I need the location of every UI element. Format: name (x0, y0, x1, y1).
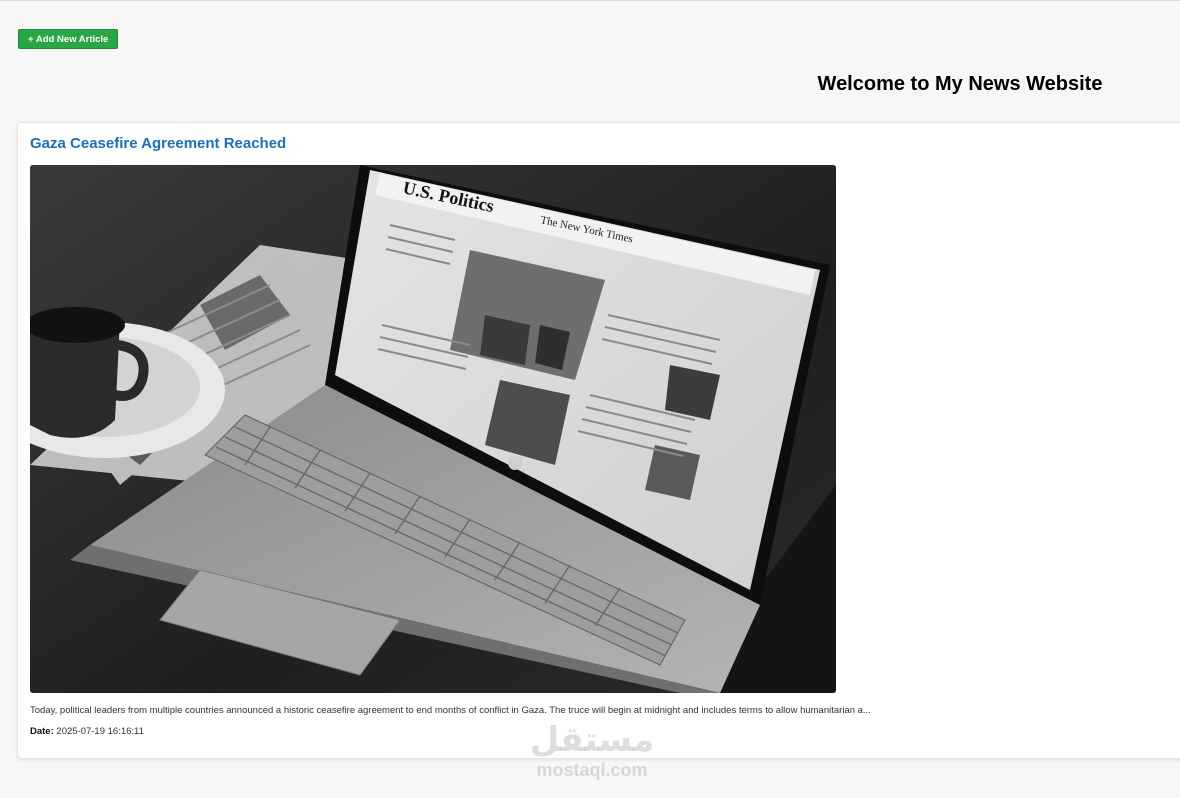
article-date: Date: 2025-07-19 16:16:11 (30, 726, 144, 737)
article-title-link[interactable]: Gaza Ceasefire Agreement Reached (30, 135, 286, 152)
page-title: Welcome to My News Website (817, 73, 1103, 95)
article-image[interactable]: U.S. Politics The New York Times (30, 165, 836, 693)
add-new-article-button[interactable]: + Add New Article (18, 29, 119, 49)
article-excerpt: Today, political leaders from multiple c… (30, 705, 871, 716)
date-label: Date: (30, 726, 54, 737)
date-value: 2025-07-19 16:16:11 (56, 726, 144, 737)
watermark-latin: mostaql.com (536, 760, 648, 780)
article-card: Gaza Ceasefire Agreement Reached U.S. Po… (17, 122, 1180, 759)
top-divider (0, 0, 1180, 1)
